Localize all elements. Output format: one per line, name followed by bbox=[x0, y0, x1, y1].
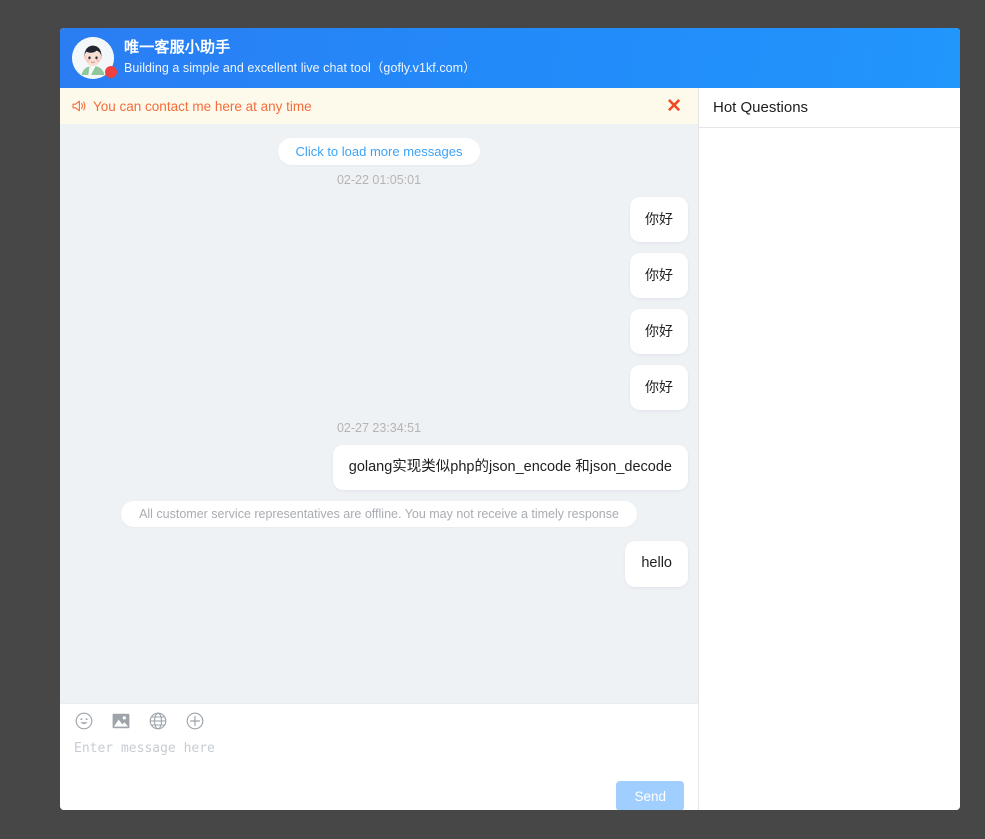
hot-questions-list[interactable] bbox=[699, 128, 960, 810]
message-bubble[interactable]: golang实现类似php的json_encode 和json_decode bbox=[332, 444, 688, 491]
send-button[interactable]: Send bbox=[616, 781, 684, 810]
message-bubble[interactable]: 你好 bbox=[630, 197, 688, 242]
header-text-block: 唯一客服小助手 Building a simple and excellent … bbox=[124, 39, 476, 76]
message-bubble[interactable]: hello bbox=[625, 541, 688, 587]
message-bubble[interactable]: 你好 bbox=[630, 252, 688, 298]
system-message: All customer service representatives are… bbox=[121, 501, 637, 528]
load-more-row: Click to load more messages bbox=[70, 138, 688, 165]
megaphone-icon bbox=[72, 99, 87, 113]
message-list[interactable]: Click to load more messages 02-22 01:05:… bbox=[60, 124, 698, 703]
status-dot bbox=[105, 66, 117, 78]
image-icon[interactable] bbox=[111, 712, 130, 731]
close-icon[interactable]: ✕ bbox=[664, 95, 684, 118]
timestamp-text: 02-27 23:34:51 bbox=[336, 420, 422, 435]
send-row: Send bbox=[60, 781, 698, 810]
system-message-row: All customer service representatives are… bbox=[70, 501, 688, 528]
hot-questions-panel: Hot Questions bbox=[699, 88, 960, 810]
message-timestamp: 02-22 01:05:01 bbox=[70, 173, 688, 187]
notice-text: You can contact me here at any time bbox=[93, 98, 312, 114]
avatar bbox=[72, 37, 117, 79]
notice-bar: You can contact me here at any time ✕ bbox=[60, 88, 698, 124]
chat-widget-window: 唯一客服小助手 Building a simple and excellent … bbox=[60, 28, 960, 810]
message-row: 你好 bbox=[70, 364, 688, 410]
composer-toolbar bbox=[60, 704, 698, 738]
widget-header: 唯一客服小助手 Building a simple and excellent … bbox=[60, 28, 960, 88]
message-row: 你好 bbox=[70, 252, 688, 298]
composer: Send bbox=[60, 703, 698, 810]
message-row: hello bbox=[70, 541, 688, 587]
widget-subtitle: Building a simple and excellent live cha… bbox=[124, 61, 476, 76]
message-row: 你好 bbox=[70, 197, 688, 242]
hot-questions-title: Hot Questions bbox=[699, 88, 960, 128]
message-input[interactable] bbox=[74, 740, 684, 776]
message-input-area bbox=[60, 738, 698, 781]
widget-body: You can contact me here at any time ✕ Cl… bbox=[60, 88, 960, 810]
globe-icon[interactable] bbox=[148, 712, 167, 731]
message-row: 你好 bbox=[70, 308, 688, 354]
plus-circle-icon[interactable] bbox=[185, 712, 204, 731]
message-row: golang实现类似php的json_encode 和json_decode bbox=[70, 444, 688, 491]
conversation-panel: You can contact me here at any time ✕ Cl… bbox=[60, 88, 699, 810]
emoji-icon[interactable] bbox=[74, 712, 93, 731]
widget-title: 唯一客服小助手 bbox=[124, 39, 231, 57]
message-timestamp: 02-27 23:34:51 bbox=[70, 421, 688, 435]
load-more-button[interactable]: Click to load more messages bbox=[277, 138, 481, 165]
message-bubble[interactable]: 你好 bbox=[630, 308, 688, 354]
timestamp-text: 02-22 01:05:01 bbox=[336, 173, 422, 187]
message-bubble[interactable]: 你好 bbox=[630, 364, 688, 410]
